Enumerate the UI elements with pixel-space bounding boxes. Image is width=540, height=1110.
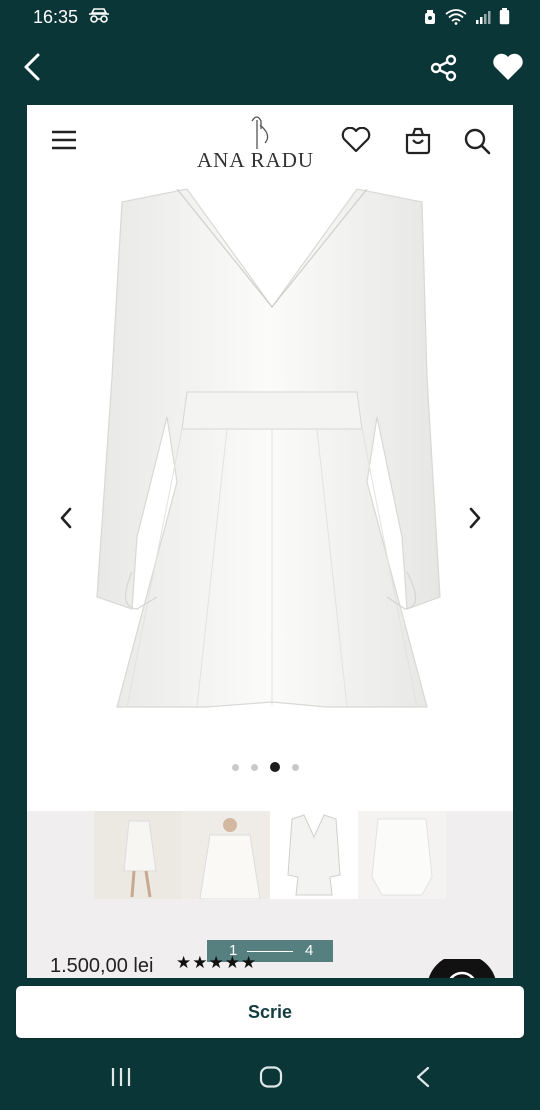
wishlist-heart-icon[interactable] [341, 126, 371, 158]
carousel-dot[interactable] [251, 763, 258, 771]
status-time: 16:35 [33, 7, 79, 27]
chat-button[interactable] [427, 959, 497, 978]
system-nav-bar [0, 1048, 540, 1110]
brand-name: ANA RADU [197, 148, 315, 172]
rating-stars[interactable]: ★★★★★ [176, 953, 257, 973]
wifi-icon [445, 8, 467, 30]
cart-icon[interactable] [404, 127, 432, 160]
home-icon[interactable] [259, 1066, 283, 1093]
back-nav-icon[interactable] [415, 1066, 431, 1093]
previous-image-arrow[interactable] [59, 507, 73, 534]
thumbnail-3[interactable] [270, 811, 358, 899]
product-image[interactable] [27, 177, 513, 807]
carousel-dots [232, 762, 299, 772]
carousel-dot-active[interactable] [270, 762, 280, 772]
next-image-arrow[interactable] [468, 507, 482, 534]
carousel-dot[interactable] [292, 763, 299, 771]
pager-line [247, 951, 293, 952]
signal-icon [475, 9, 491, 30]
brand-logo[interactable]: ANA RADU [197, 115, 317, 172]
pager-end: 4 [305, 942, 314, 959]
product-price: 1.500,00 lei [50, 955, 154, 977]
battery-icon [499, 8, 510, 30]
search-icon[interactable] [463, 127, 491, 160]
thumbnail-4[interactable] [358, 811, 446, 899]
incognito-icon [88, 8, 110, 29]
thumbnail-1[interactable] [94, 811, 182, 899]
status-bar: 16:35 [0, 0, 540, 34]
menu-icon[interactable] [51, 130, 77, 155]
write-button[interactable]: Scrie [16, 986, 524, 1038]
recents-icon[interactable] [110, 1066, 132, 1093]
web-content: ANA RADU 1 4 1.500,00 lei ★★★★★ [27, 105, 513, 978]
carousel-dot[interactable] [232, 763, 239, 771]
heart-icon[interactable] [492, 52, 524, 87]
thumbnail-2[interactable] [182, 811, 270, 900]
site-header: ANA RADU [27, 105, 513, 177]
back-icon[interactable] [22, 52, 42, 87]
app-bar [0, 34, 540, 104]
share-icon[interactable] [430, 54, 458, 87]
alarm-icon [423, 9, 437, 30]
